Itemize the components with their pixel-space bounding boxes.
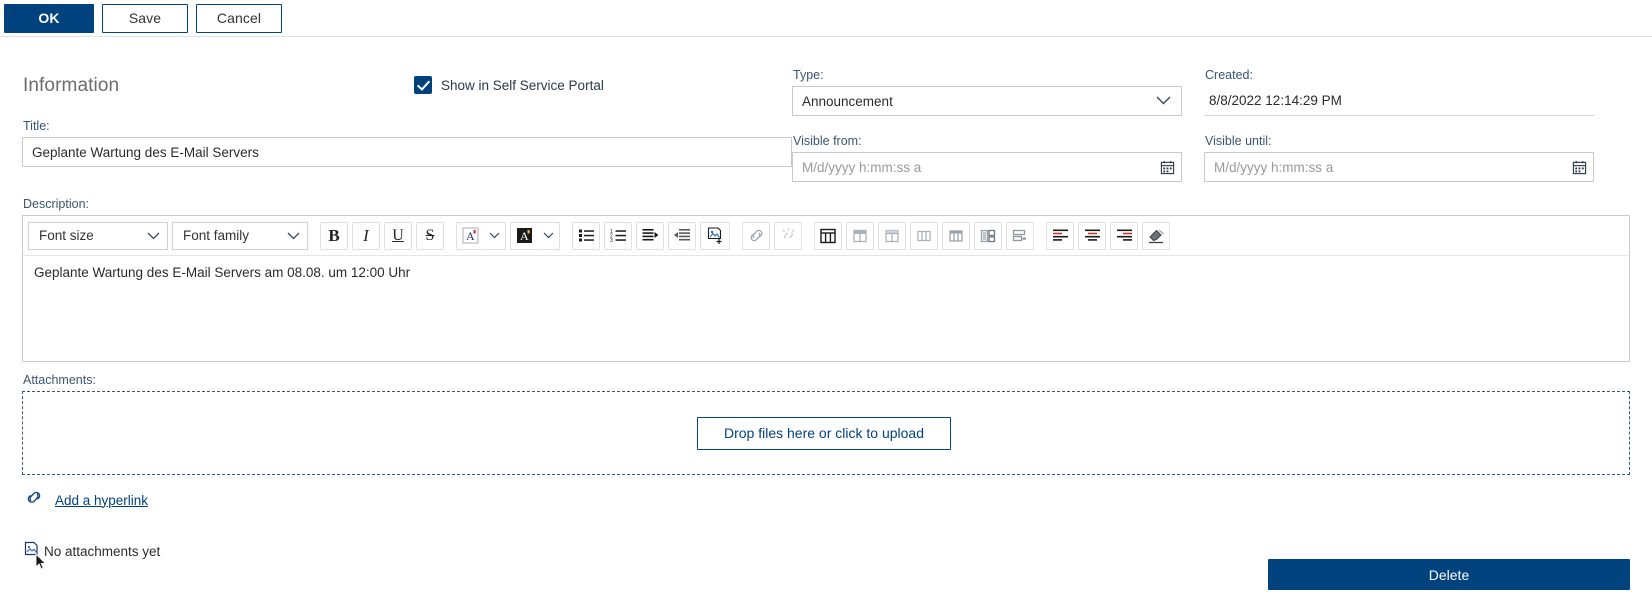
middle-column: Type: Visible from: (792, 51, 1182, 182)
align-center-icon[interactable] (1078, 222, 1106, 250)
action-toolbar: OK Save Cancel (0, 0, 1652, 37)
font-family-label: Font family (183, 228, 249, 243)
show-in-portal-row[interactable]: Show in Self Service Portal (414, 76, 604, 94)
show-in-portal-label: Show in Self Service Portal (441, 78, 604, 93)
insert-image-icon[interactable] (700, 222, 730, 250)
delete-button[interactable]: Delete (1268, 559, 1630, 590)
description-editor: Font size Font family B I U S (22, 215, 1630, 362)
font-size-select[interactable]: Font size (28, 222, 168, 250)
visible-until-wrapper[interactable] (1204, 152, 1594, 182)
title-label: Title: (23, 119, 792, 133)
align-left-icon[interactable] (1046, 222, 1074, 250)
add-column-right-icon[interactable] (942, 222, 970, 250)
svg-text:3: 3 (610, 238, 613, 243)
show-in-portal-checkbox[interactable] (414, 76, 432, 94)
attachments-label: Attachments: (23, 373, 1630, 387)
visible-from-label: Visible from: (793, 134, 1182, 148)
add-row-below-icon[interactable] (878, 222, 906, 250)
font-size-label: Font size (39, 228, 94, 243)
add-row-above-icon[interactable] (846, 222, 874, 250)
outdent-icon[interactable] (668, 222, 696, 250)
type-select-wrapper[interactable] (792, 86, 1182, 116)
add-hyperlink-row[interactable]: Add a hyperlink (22, 489, 1630, 511)
no-attachments-label: No attachments yet (44, 544, 160, 559)
hyperlink-icon (25, 489, 44, 511)
unlink-icon[interactable] (774, 222, 802, 250)
chevron-down-icon (147, 232, 160, 240)
type-select[interactable] (792, 86, 1182, 116)
hyperlink-icon[interactable] (742, 222, 770, 250)
type-label: Type: (793, 68, 1182, 82)
background-color-icon[interactable]: A (510, 222, 538, 250)
font-color-split[interactable]: A (456, 222, 506, 250)
clear-formatting-icon[interactable] (1142, 222, 1170, 250)
top-field-grid: Show in Self Service Portal Information … (22, 37, 1630, 182)
description-label: Description: (23, 197, 1630, 211)
font-color-chevron-down-icon[interactable] (484, 222, 506, 250)
merge-cells-icon[interactable] (974, 222, 1002, 250)
right-column: Created: 8/8/2022 12:14:29 PM Visible un… (1204, 51, 1594, 182)
insert-table-icon[interactable] (814, 222, 842, 250)
calendar-icon[interactable] (1565, 153, 1593, 181)
table-properties-icon[interactable] (1006, 222, 1034, 250)
add-hyperlink-link[interactable]: Add a hyperlink (55, 493, 148, 508)
ok-button[interactable]: OK (4, 4, 94, 33)
underline-icon[interactable]: U (384, 222, 412, 250)
indent-icon[interactable] (636, 222, 664, 250)
bold-icon[interactable]: B (320, 222, 348, 250)
delete-row: Delete (1268, 559, 1630, 590)
bullet-list-icon[interactable] (572, 222, 600, 250)
created-label: Created: (1205, 68, 1594, 82)
add-column-left-icon[interactable] (910, 222, 938, 250)
calendar-icon[interactable] (1153, 153, 1181, 181)
visible-until-input[interactable] (1204, 152, 1594, 182)
font-family-select[interactable]: Font family (172, 222, 308, 250)
chevron-down-icon (287, 232, 300, 240)
background-color-split[interactable]: A (510, 222, 560, 250)
save-button[interactable]: Save (102, 4, 188, 33)
page-title: Information (23, 75, 792, 97)
cancel-button[interactable]: Cancel (196, 4, 282, 33)
information-form: Show in Self Service Portal Information … (0, 37, 1652, 615)
description-block: Description: Font size Font family B I U… (22, 197, 1630, 362)
description-text[interactable]: Geplante Wartung des E-Mail Servers am 0… (23, 256, 1629, 361)
background-color-chevron-down-icon[interactable] (538, 222, 560, 250)
strikethrough-icon[interactable]: S (416, 222, 444, 250)
created-value: 8/8/2022 12:14:29 PM (1204, 86, 1594, 116)
font-color-icon[interactable]: A (456, 222, 484, 250)
visible-until-label: Visible until: (1205, 134, 1594, 148)
visible-from-wrapper[interactable] (792, 152, 1182, 182)
title-input[interactable] (22, 137, 792, 167)
attachment-file-icon (24, 541, 40, 562)
align-right-icon[interactable] (1110, 222, 1138, 250)
editor-toolbar: Font size Font family B I U S (23, 216, 1629, 256)
attachment-dropzone[interactable]: Drop files here or click to upload (22, 391, 1630, 475)
numbered-list-icon[interactable]: 1 2 3 (604, 222, 632, 250)
left-column: Show in Self Service Portal Information … (22, 51, 792, 182)
upload-button[interactable]: Drop files here or click to upload (697, 417, 951, 450)
visible-from-input[interactable] (792, 152, 1182, 182)
italic-icon[interactable]: I (352, 222, 380, 250)
